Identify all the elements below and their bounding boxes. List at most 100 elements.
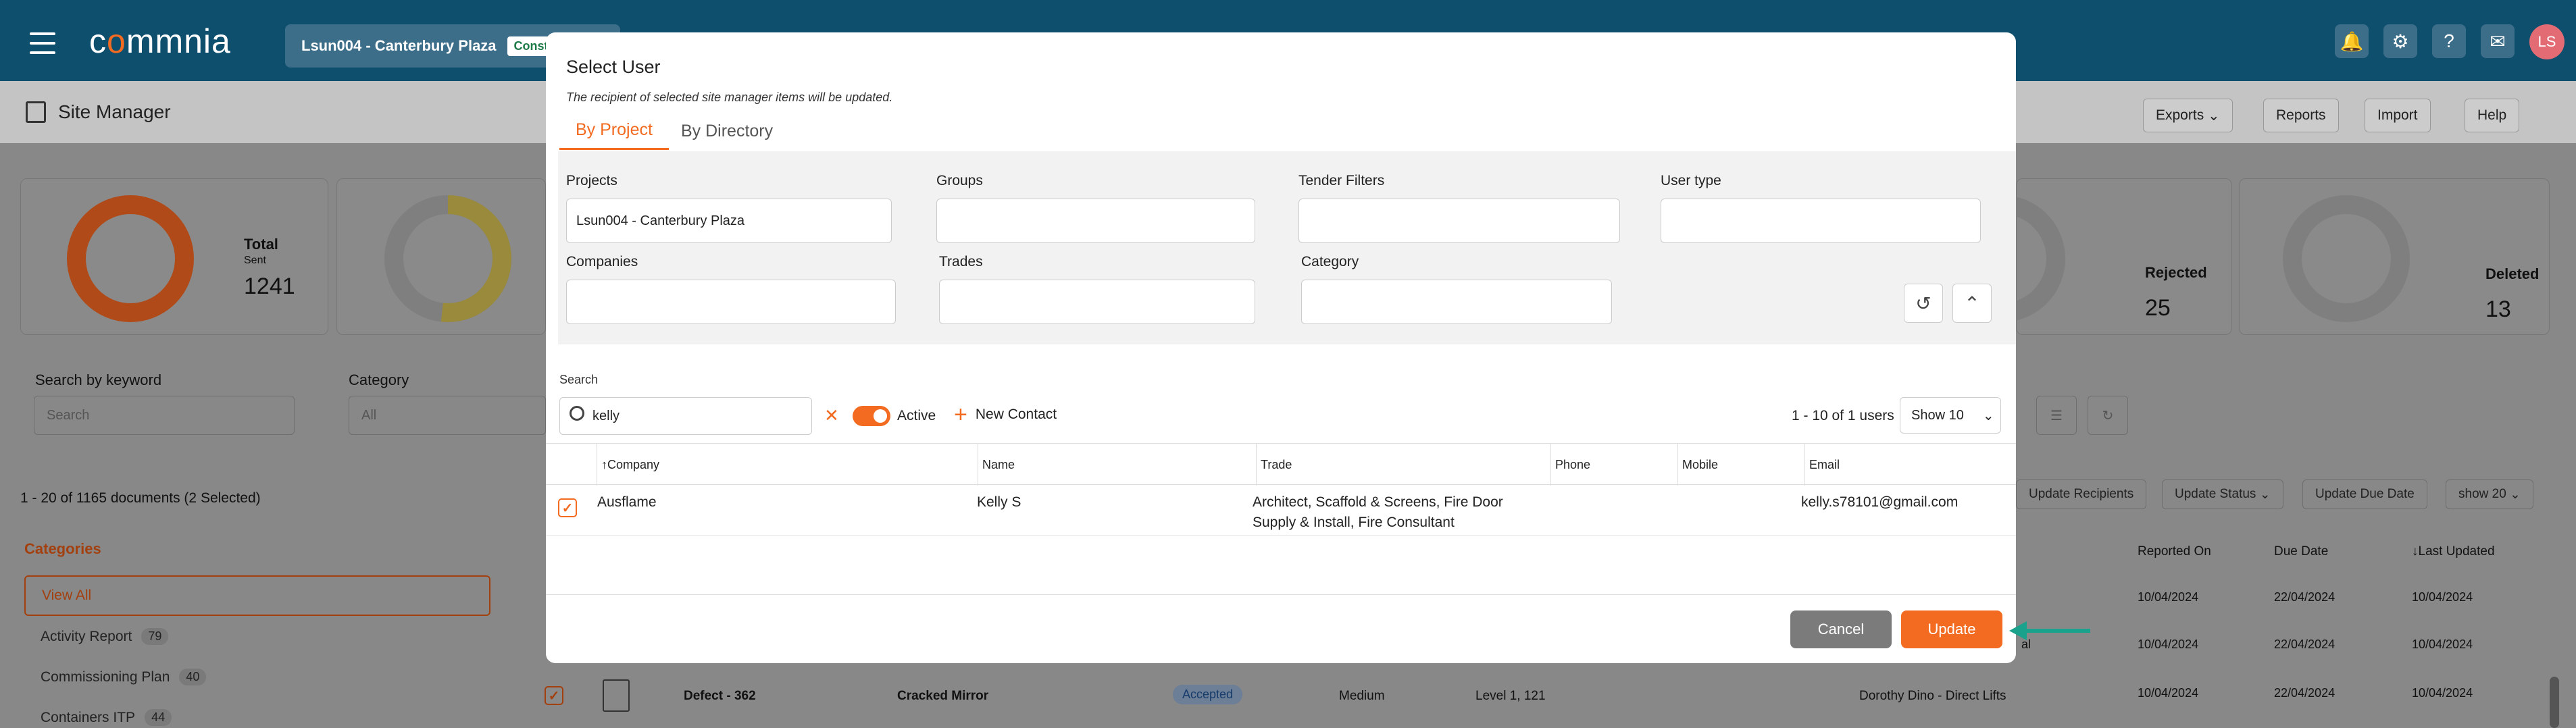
stat-card[interactable] bbox=[336, 178, 546, 335]
companies-label: Companies bbox=[566, 254, 638, 269]
logo[interactable]: commnia bbox=[89, 22, 231, 61]
chevron-up-icon[interactable]: ⌃ bbox=[1952, 284, 1992, 323]
groups-label: Groups bbox=[936, 173, 983, 188]
col-mobile[interactable]: Mobile bbox=[1678, 444, 1805, 486]
gear-icon[interactable]: ⚙ bbox=[2383, 24, 2417, 58]
help-button[interactable]: Help bbox=[2465, 99, 2520, 132]
stat-label: Total bbox=[244, 236, 278, 253]
avatar[interactable]: LS bbox=[2529, 24, 2565, 59]
col-phone[interactable]: Phone bbox=[1551, 444, 1678, 486]
show-select[interactable]: show 20 ⌄ bbox=[2446, 479, 2533, 509]
trades-select[interactable] bbox=[939, 280, 1255, 324]
defect-assignee: Dorothy Dino - Direct Lifts bbox=[1859, 689, 2006, 703]
col-reported-on[interactable]: Reported On bbox=[2138, 544, 2211, 559]
cancel-button[interactable]: Cancel bbox=[1790, 610, 1892, 648]
col-last-updated[interactable]: ↓Last Updated bbox=[2412, 544, 2495, 559]
cell-reported: 10/04/2024 bbox=[2138, 638, 2199, 651]
tab-by-directory[interactable]: By Directory bbox=[665, 112, 789, 150]
exports-button[interactable]: Exports ⌄ bbox=[2143, 99, 2233, 132]
category-label: Category bbox=[1301, 254, 1359, 269]
user-table-header: ↑Company Name Trade Phone Mobile Email bbox=[546, 443, 2016, 486]
bell-icon[interactable]: 🔔 bbox=[2335, 24, 2369, 58]
category-select[interactable]: All bbox=[349, 396, 546, 435]
companies-select[interactable] bbox=[566, 280, 896, 324]
projects-select[interactable]: Lsun004 - Canterbury Plaza bbox=[566, 199, 892, 243]
reports-button[interactable]: Reports bbox=[2263, 99, 2339, 132]
category-containers-itp[interactable]: Containers ITP 44 bbox=[41, 709, 172, 726]
stat-value: 25 bbox=[2145, 295, 2171, 321]
modal-subtitle: The recipient of selected site manager i… bbox=[566, 90, 893, 104]
update-recipients-button[interactable]: Update Recipients bbox=[2016, 479, 2147, 509]
cell-due: 22/04/2024 bbox=[2274, 686, 2335, 700]
page-title: Site Manager bbox=[58, 101, 171, 122]
stat-card-rejected[interactable]: Rejected 25 bbox=[1938, 178, 2232, 335]
stat-value: 13 bbox=[2485, 296, 2511, 322]
filter-panel: Projects Lsun004 - Canterbury Plaza Grou… bbox=[558, 151, 2016, 344]
show-select[interactable]: Show 10 ⌄ bbox=[1900, 397, 2001, 434]
col-company[interactable]: ↑Company bbox=[597, 444, 978, 486]
donut-chart bbox=[384, 195, 511, 322]
tender-filters-label: Tender Filters bbox=[1298, 173, 1385, 188]
project-name: Lsun004 - Canterbury Plaza bbox=[301, 37, 497, 54]
chat-icon[interactable]: ✉ bbox=[2481, 24, 2515, 58]
col-trade[interactable]: Trade bbox=[1257, 444, 1551, 486]
refresh-icon[interactable]: ↻ bbox=[2088, 396, 2128, 435]
stat-card-total[interactable]: Total Sent 1241 bbox=[20, 178, 328, 335]
modal-title: Select User bbox=[566, 57, 661, 77]
col-name[interactable]: Name bbox=[978, 444, 1257, 486]
scrollbar[interactable] bbox=[2550, 677, 2559, 728]
cell-trade-line1: Architect, Scaffold & Screens, Fire Door bbox=[1253, 494, 1503, 510]
divider bbox=[546, 594, 2016, 595]
clear-icon[interactable]: ✕ bbox=[824, 405, 839, 425]
cell-name: Kelly S bbox=[977, 494, 1021, 510]
cell-reported: 10/04/2024 bbox=[2138, 590, 2199, 604]
search-input[interactable]: Search bbox=[34, 396, 295, 435]
row-checkbox[interactable]: ✓ bbox=[545, 686, 563, 705]
active-toggle[interactable] bbox=[853, 406, 890, 426]
document-count: 1 - 20 of 1165 documents (2 Selected) bbox=[20, 490, 261, 506]
stat-label: Rejected bbox=[2145, 264, 2207, 281]
arrow-left-icon bbox=[2009, 621, 2090, 640]
category-select[interactable] bbox=[1301, 280, 1612, 324]
user-type-select[interactable] bbox=[1661, 199, 1981, 243]
row-checkbox[interactable]: ✓ bbox=[558, 498, 577, 517]
select-user-modal: Select User The recipient of selected si… bbox=[546, 32, 2016, 663]
tender-filters-select[interactable] bbox=[1298, 199, 1620, 243]
building-icon bbox=[26, 101, 46, 123]
category-commissioning-plan[interactable]: Commissioning Plan 40 bbox=[41, 669, 207, 685]
category-label: Category bbox=[349, 371, 409, 388]
groups-select[interactable] bbox=[936, 199, 1255, 243]
col-due-date[interactable]: Due Date bbox=[2274, 544, 2328, 559]
new-contact-button[interactable]: + New Contact bbox=[954, 402, 1057, 427]
cell-email: kelly.s78101@gmail.com bbox=[1801, 494, 1959, 510]
category-activity-report[interactable]: Activity Report 79 bbox=[41, 628, 169, 645]
tab-by-project[interactable]: By Project bbox=[559, 112, 669, 150]
search-input[interactable]: kelly bbox=[559, 397, 812, 435]
col-select bbox=[546, 444, 597, 486]
category-view-all[interactable]: View All bbox=[24, 575, 490, 616]
stat-card-deleted[interactable]: Deleted 13 bbox=[2239, 178, 2550, 335]
table-row[interactable]: ✓ Ausflame Kelly S Architect, Scaffold &… bbox=[546, 485, 2016, 536]
import-button[interactable]: Import bbox=[2365, 99, 2431, 132]
user-type-label: User type bbox=[1661, 173, 1721, 188]
active-label: Active bbox=[897, 408, 936, 423]
search-label: Search by keyword bbox=[35, 371, 162, 388]
defect-location: Level 1, 121 bbox=[1475, 689, 1546, 703]
update-due-date-button[interactable]: Update Due Date bbox=[2302, 479, 2427, 509]
update-button[interactable]: Update bbox=[1901, 610, 2002, 648]
reset-icon[interactable]: ↺ bbox=[1904, 284, 1943, 323]
status-badge: Accepted bbox=[1173, 685, 1243, 704]
plus-icon: + bbox=[954, 402, 967, 427]
col-email[interactable]: Email bbox=[1805, 444, 2016, 486]
help-icon[interactable]: ? bbox=[2432, 24, 2466, 58]
menu-icon[interactable] bbox=[30, 32, 55, 54]
update-status-button[interactable]: Update Status ⌄ bbox=[2162, 479, 2283, 509]
cell-trade-line2: Supply & Install, Fire Consultant bbox=[1253, 515, 1455, 530]
filter-icon[interactable]: ☰ bbox=[2036, 396, 2077, 435]
cell-company: Ausflame bbox=[597, 494, 657, 510]
donut-chart bbox=[2283, 195, 2410, 322]
cell-updated: 10/04/2024 bbox=[2412, 638, 2473, 651]
cell-updated: 10/04/2024 bbox=[2412, 590, 2473, 604]
defect-id[interactable]: Defect - 362 bbox=[684, 689, 756, 704]
stat-label: Deleted bbox=[2485, 265, 2540, 282]
